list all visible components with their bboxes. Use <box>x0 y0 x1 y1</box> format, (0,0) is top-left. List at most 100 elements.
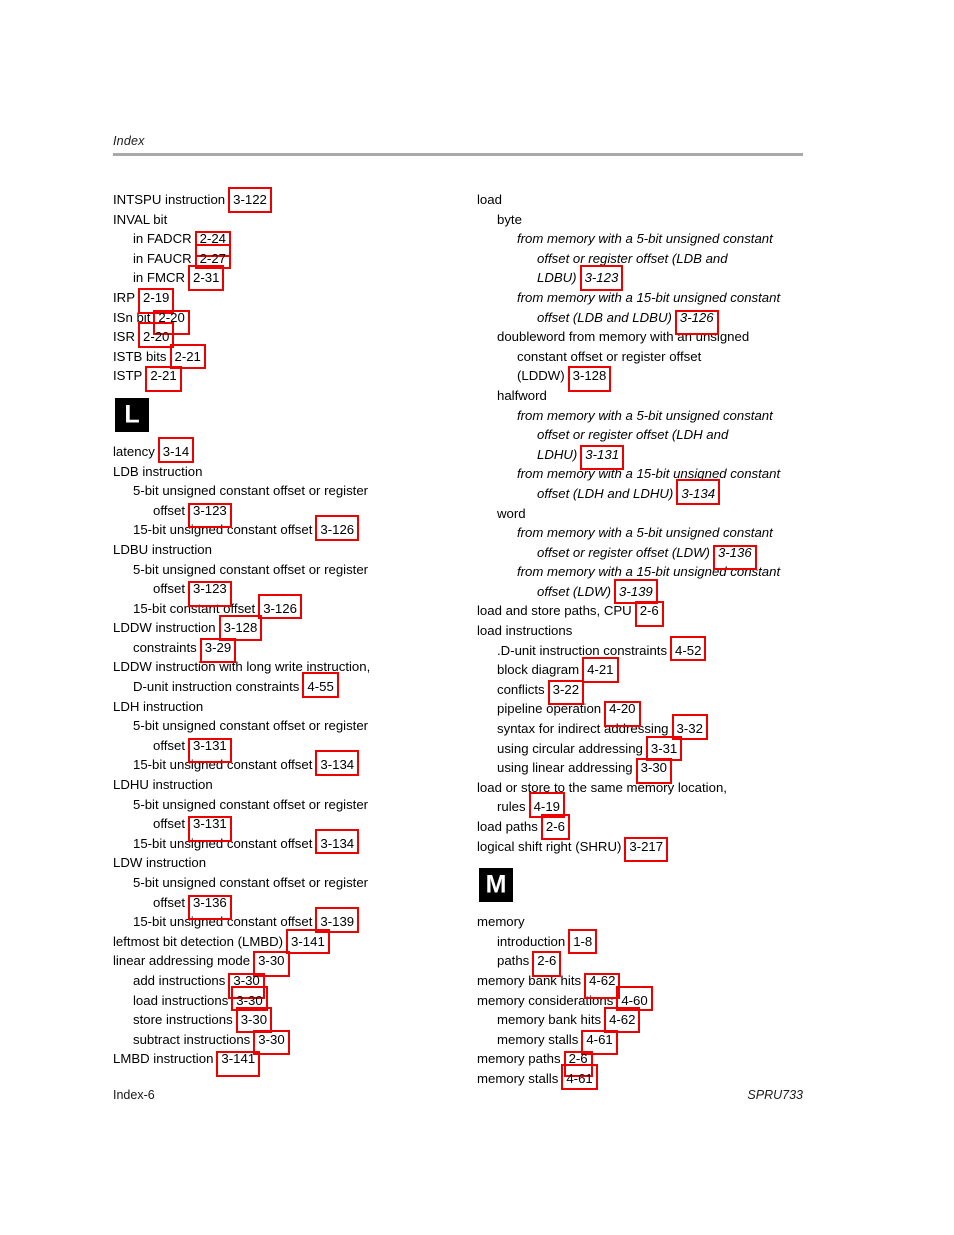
page-reference[interactable]: 3-32 <box>671 714 708 740</box>
index-entry-text: memory <box>477 914 525 930</box>
page-reference[interactable]: 2-27 <box>194 243 232 270</box>
index-entry-text: LDW instruction <box>113 855 207 871</box>
section-letter-label: M <box>485 870 507 899</box>
page-reference-number: 2-27 <box>199 250 227 266</box>
page-reference[interactable]: 3-136 <box>188 893 232 921</box>
page-reference-number: 4-20 <box>609 701 636 717</box>
index-entry: offset (LDB and LDBU) 3-126 <box>477 308 817 336</box>
index-entry: offset 3-123 <box>113 579 453 607</box>
page-reference[interactable]: 3-134 <box>676 478 721 505</box>
page-reference[interactable]: 3-123 <box>188 579 232 607</box>
index-entry-text: INTSPU instruction <box>113 192 226 207</box>
page-reference[interactable]: 4-62 <box>604 1007 641 1033</box>
index-entry-text: constant offset or register offset <box>517 348 702 364</box>
page-reference[interactable]: 3-122 <box>228 187 272 213</box>
page-reference[interactable]: 3-136 <box>712 543 757 571</box>
index-entry-text: load instructions <box>477 623 573 639</box>
page-reference-number: 3-141 <box>291 933 325 949</box>
page-reference-number: 2-31 <box>193 270 220 286</box>
index-entry: from memory with a 5-bit unsigned consta… <box>477 406 817 426</box>
page-reference[interactable]: 3-14 <box>157 436 195 463</box>
index-entry-text: IRP <box>113 289 135 305</box>
page-reference[interactable]: 3-141 <box>216 1049 261 1077</box>
index-entry: linear addressing mode 3-30 <box>113 951 453 977</box>
page-reference[interactable]: 3-30 <box>231 985 268 1012</box>
page-reference[interactable]: 4-52 <box>670 635 707 662</box>
index-entry: offset or register offset (LDH and <box>477 425 817 445</box>
page-reference-number: 3-139 <box>619 583 653 599</box>
page-reference[interactable]: 2-31 <box>188 265 225 291</box>
index-entry: paths 2-6 <box>477 951 817 977</box>
page-reference[interactable]: 2-21 <box>145 366 182 392</box>
page-reference[interactable]: 2-21 <box>169 343 206 370</box>
page-reference-number: 3-131 <box>193 737 227 753</box>
page-reference[interactable]: 3-29 <box>199 637 237 664</box>
page-reference[interactable]: 2-6 <box>532 951 562 977</box>
index-entry-text: memory considerations <box>477 992 614 1008</box>
page-reference[interactable]: 3-131 <box>188 814 232 842</box>
page-reference[interactable]: 4-61 <box>561 1063 598 1090</box>
page-reference[interactable]: 3-30 <box>228 971 265 999</box>
index-entry: offset (LDH and LDHU) 3-134 <box>477 478 817 505</box>
page-reference-number: 3-134 <box>320 757 355 773</box>
page-reference[interactable]: 3-126 <box>258 593 302 620</box>
page-reference-number: 3-134 <box>681 485 716 501</box>
page-reference[interactable]: 4-20 <box>604 699 641 728</box>
page-reference[interactable]: 3-30 <box>235 1007 273 1033</box>
page-reference[interactable]: 2-19 <box>137 287 175 314</box>
page-reference[interactable]: 3-131 <box>188 736 232 764</box>
index-entry-text: 5-bit unsigned constant offset or regist… <box>133 483 369 499</box>
page-reference[interactable]: 3-134 <box>315 828 360 855</box>
page-reference[interactable]: 3-128 <box>218 615 263 641</box>
index-entry: pipeline operation 4-20 <box>477 699 817 728</box>
index-entry: memory stalls 4-61 <box>477 1063 817 1090</box>
index-entry: memory paths 2-6 <box>477 1049 817 1077</box>
page-reference[interactable]: 4-62 <box>584 971 621 999</box>
index-entry-text: halfword <box>497 387 547 403</box>
index-entry: load instructions <box>477 621 817 641</box>
page-reference[interactable]: 2-6 <box>634 601 664 628</box>
page-reference[interactable]: 3-126 <box>315 515 360 541</box>
page-reference-number: 3-126 <box>320 522 355 538</box>
page-reference[interactable]: 4-21 <box>582 657 619 683</box>
page-reference[interactable]: 3-139 <box>614 578 658 605</box>
index-entry: from memory with a 15-bit unsigned const… <box>477 562 817 582</box>
page-reference[interactable]: 3-30 <box>253 1029 290 1056</box>
index-entry-text: subtract instructions <box>133 1031 251 1047</box>
page-reference[interactable]: 3-134 <box>315 750 360 777</box>
index-entry: LDW instruction <box>113 853 453 873</box>
index-entry: word <box>477 504 817 524</box>
index-entry-text: LMBD instruction <box>113 1051 214 1067</box>
page-reference[interactable]: 3-126 <box>674 308 719 336</box>
index-entry: latency 3-14 <box>113 436 453 463</box>
page-reference[interactable]: 2-6 <box>540 814 570 840</box>
index-entry-text: introduction <box>497 933 566 949</box>
index-entry-text: linear addressing mode <box>113 953 251 969</box>
page-reference[interactable]: 3-30 <box>253 951 290 977</box>
page-reference[interactable]: 4-19 <box>528 792 565 818</box>
page-reference[interactable]: 2-20 <box>137 322 175 348</box>
page-reference[interactable]: 3-128 <box>567 366 612 392</box>
footer-page-label: Index-6 <box>113 1088 155 1102</box>
page-reference[interactable]: 3-30 <box>635 758 673 784</box>
index-entry-text: 15-bit unsigned constant offset <box>133 757 313 773</box>
page-reference[interactable]: 3-217 <box>624 836 669 863</box>
page-reference[interactable]: 3-22 <box>547 679 585 706</box>
index-entry: 15-bit unsigned constant offset 3-134 <box>113 828 453 855</box>
page-reference[interactable]: 3-31 <box>645 735 683 762</box>
index-entry: in FMCR 2-31 <box>113 265 453 291</box>
page-reference[interactable]: 3-123 <box>579 265 624 291</box>
index-column-left: INTSPU instruction 3-122 INVAL bit in FADCR… <box>113 187 453 1077</box>
page-reference[interactable]: 1-8 <box>568 928 598 955</box>
page-reference[interactable]: 2-24 <box>194 229 232 257</box>
page-reference[interactable]: 3-123 <box>188 501 232 529</box>
index-entry-text: from memory with a 15-bit unsigned const… <box>517 466 781 482</box>
page-reference[interactable]: 3-141 <box>286 928 330 955</box>
page-reference[interactable]: 3-139 <box>315 907 360 933</box>
page-reference[interactable]: 3-131 <box>580 444 625 471</box>
page-reference[interactable]: 4-55 <box>302 672 339 698</box>
page-reference[interactable]: 2-20 <box>153 308 190 336</box>
page-reference[interactable]: 2-6 <box>563 1049 593 1077</box>
page-reference[interactable]: 4-61 <box>581 1029 618 1056</box>
page-reference[interactable]: 4-60 <box>616 985 653 1012</box>
